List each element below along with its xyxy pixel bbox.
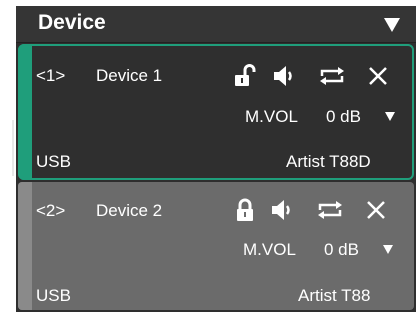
- volume-value[interactable]: 0 dB: [326, 107, 361, 127]
- repeat-icon[interactable]: [316, 200, 344, 220]
- speaker-icon[interactable]: [272, 64, 298, 88]
- repeat-icon[interactable]: [318, 66, 346, 86]
- lock-icon[interactable]: [236, 198, 254, 222]
- volume-dropdown-icon[interactable]: [382, 243, 394, 255]
- model-label: Artist T88: [298, 286, 371, 305]
- volume-label: M.VOL: [243, 240, 296, 259]
- device-panel: Device <1> Device 1 M.VOL 0 dB USB Artis…: [16, 6, 416, 312]
- device-name: Device 2: [96, 201, 163, 220]
- device-index: <2>: [36, 201, 66, 220]
- close-icon[interactable]: [368, 66, 388, 86]
- device-index: <1>: [36, 66, 66, 85]
- volume-label: M.VOL: [245, 107, 298, 126]
- volume-value[interactable]: 0 dB: [324, 240, 359, 260]
- selection-stripe: [18, 44, 32, 180]
- selection-stripe: [18, 182, 32, 310]
- left-edge-divider: [12, 120, 14, 176]
- device-card-1[interactable]: <1> Device 1 M.VOL 0 dB USB Artist T88D: [18, 44, 414, 180]
- interface-label: USB: [36, 152, 71, 171]
- device-name: Device 1: [96, 66, 163, 85]
- device-panel-header[interactable]: Device: [16, 6, 416, 43]
- panel-title: Device: [38, 11, 106, 34]
- speaker-icon[interactable]: [270, 198, 296, 222]
- interface-label: USB: [36, 286, 71, 305]
- volume-dropdown-icon[interactable]: [384, 110, 396, 122]
- unlock-icon[interactable]: [234, 64, 256, 88]
- model-label: Artist T88D: [286, 152, 371, 171]
- close-icon[interactable]: [366, 200, 386, 220]
- device-card-2[interactable]: <2> Device 2 M.VOL 0 dB USB Artist T88: [18, 182, 414, 310]
- triangle-down-icon[interactable]: [382, 14, 402, 34]
